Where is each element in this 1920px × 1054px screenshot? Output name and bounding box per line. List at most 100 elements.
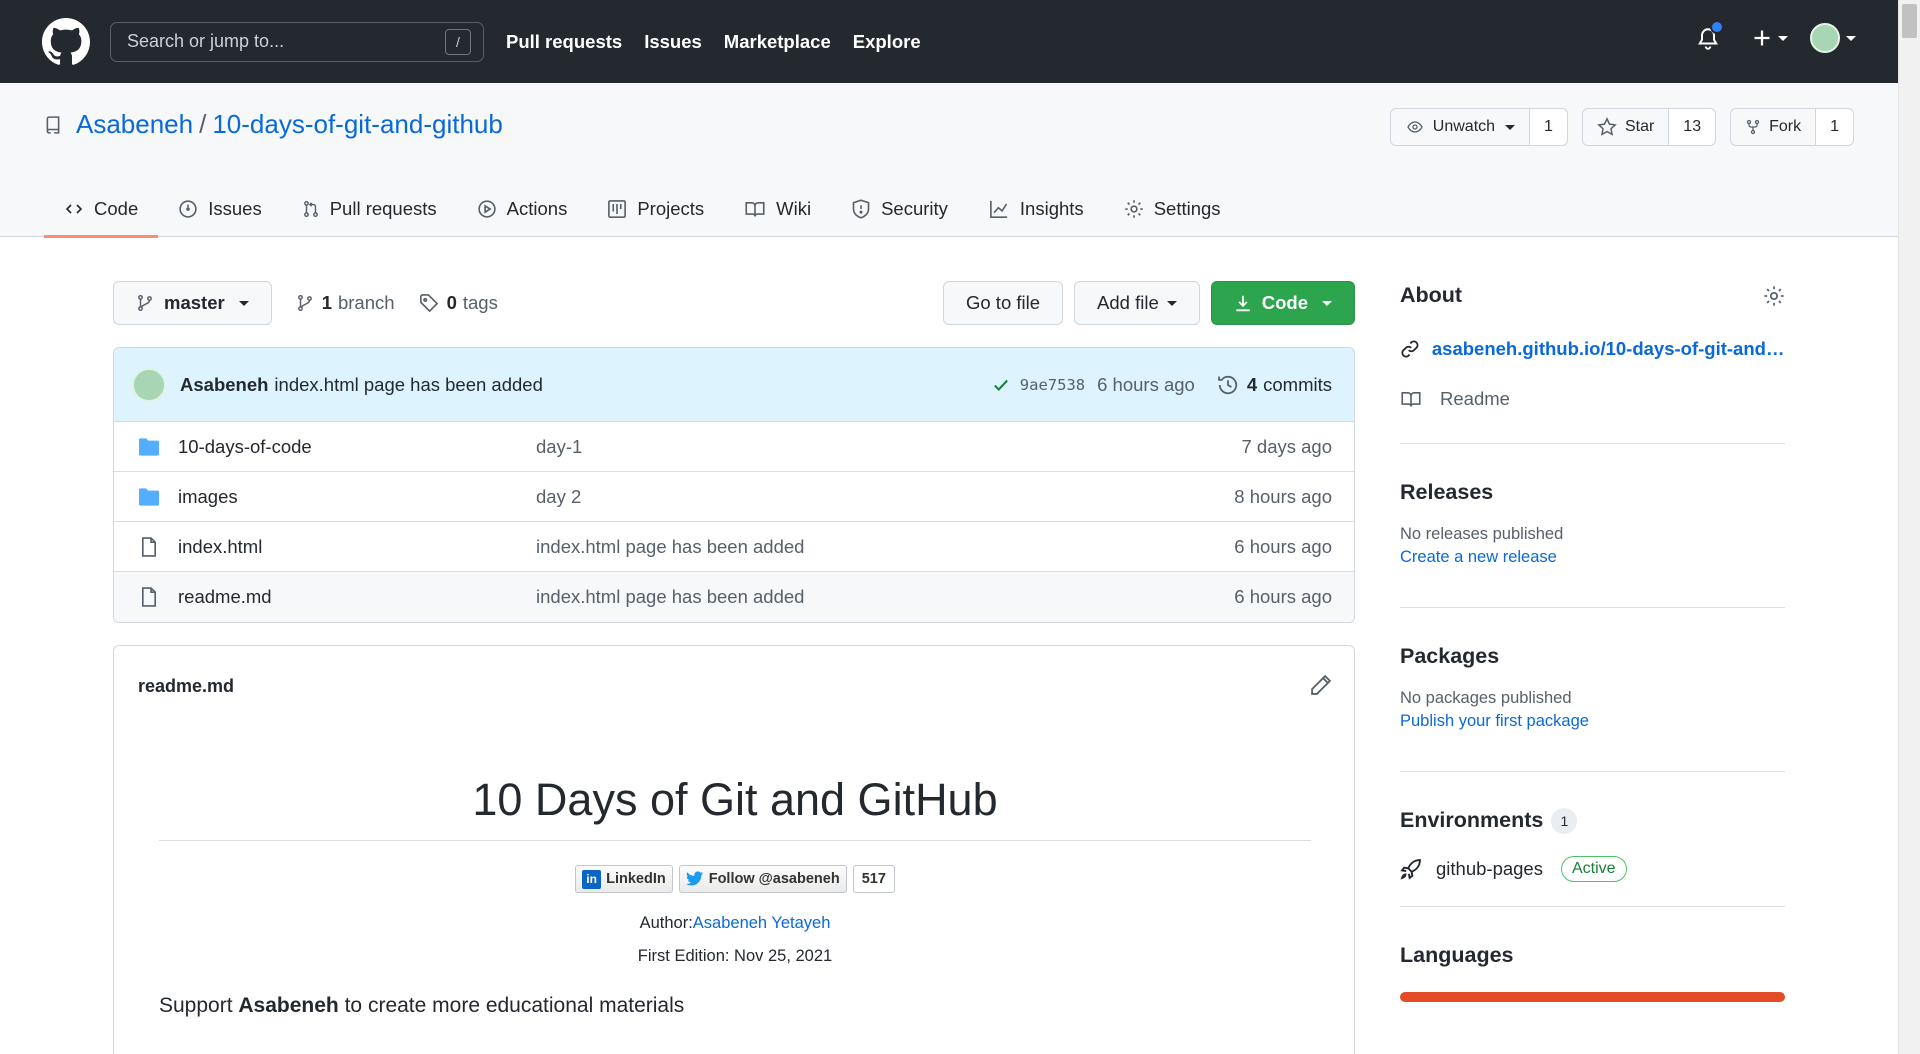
tab-projects[interactable]: Projects (587, 181, 724, 237)
nav-issues[interactable]: Issues (644, 31, 702, 53)
scrollbar-thumb[interactable] (1902, 4, 1917, 38)
file-row[interactable]: images day 2 8 hours ago (114, 472, 1354, 522)
branch-count: 1 (321, 292, 332, 313)
star-button[interactable]: Star (1583, 109, 1670, 145)
watch-count[interactable]: 1 (1530, 109, 1567, 145)
header-actions (1696, 20, 1856, 54)
homepage-url[interactable]: asabeneh.github.io/10-days-of-git-and-gi… (1432, 338, 1785, 360)
environment-name[interactable]: github-pages (1436, 858, 1543, 880)
repo-owner-link[interactable]: Asabeneh (76, 109, 193, 140)
history-icon (1217, 375, 1237, 394)
commit-sha[interactable]: 9ae7538 (1020, 376, 1085, 394)
file-name[interactable]: images (178, 486, 536, 508)
commits-link[interactable]: 4 commits (1217, 374, 1332, 396)
book-icon (745, 201, 765, 217)
file-row[interactable]: readme.md index.html page has been added… (114, 572, 1354, 622)
readme-filename[interactable]: readme.md (138, 676, 234, 697)
language-bar (1400, 992, 1785, 1003)
author-link[interactable]: Asabeneh Yetayeh (693, 914, 831, 932)
tab-security[interactable]: Security (831, 181, 968, 237)
branch-select-button[interactable]: master (113, 281, 272, 325)
support-name: Asabeneh (238, 994, 339, 1017)
chevron-down-icon (1505, 124, 1516, 130)
support-suffix: to create more educational materials (338, 994, 685, 1017)
unwatch-button[interactable]: Unwatch (1391, 109, 1531, 145)
star-count[interactable]: 13 (1669, 109, 1716, 145)
file-icon (141, 536, 157, 557)
fork-count[interactable]: 1 (1816, 109, 1853, 145)
file-name[interactable]: 10-days-of-code (178, 436, 536, 458)
support-prefix: Support (159, 994, 239, 1017)
file-row[interactable]: index.html index.html page has been adde… (114, 522, 1354, 572)
readme-link-label: Readme (1440, 388, 1510, 409)
gear-icon[interactable] (1763, 285, 1785, 307)
create-new-menu[interactable] (1752, 28, 1788, 48)
file-time: 7 days ago (1241, 435, 1332, 457)
create-release-link[interactable]: Create a new release (1400, 548, 1785, 567)
environments-title[interactable]: Environments 1 (1400, 808, 1785, 835)
tab-code[interactable]: Code (44, 181, 159, 238)
user-menu[interactable] (1810, 23, 1856, 53)
file-name[interactable]: readme.md (178, 586, 536, 608)
pencil-icon[interactable] (1310, 674, 1332, 696)
code-download-button[interactable]: Code (1210, 281, 1355, 325)
nav-explore[interactable]: Explore (853, 31, 921, 53)
branch-name: master (164, 292, 225, 313)
page-scrollbar[interactable] (1898, 0, 1920, 1054)
repo-name-link[interactable]: 10-days-of-git-and-github (212, 109, 503, 140)
unwatch-label: Unwatch (1432, 118, 1496, 135)
tab-pull-requests[interactable]: Pull requests (282, 181, 457, 237)
chevron-down-icon (238, 300, 249, 306)
file-name[interactable]: index.html (178, 536, 536, 558)
star-icon (1597, 117, 1617, 136)
commit-word: commits (1263, 373, 1332, 395)
twitter-follower-count[interactable]: 517 (852, 865, 895, 893)
global-header: Search or jump to... / Pull requests Iss… (0, 0, 1898, 83)
packages-title[interactable]: Packages (1400, 644, 1785, 669)
tags-link[interactable]: 0 tags (419, 292, 498, 314)
releases-empty: No releases published (1400, 525, 1564, 543)
code-icon (65, 204, 83, 214)
releases-title[interactable]: Releases (1400, 480, 1785, 505)
tab-label: Actions (506, 198, 568, 219)
tab-label: Issues (208, 198, 262, 219)
go-to-file-button[interactable]: Go to file (942, 281, 1064, 325)
tab-label: Security (881, 198, 948, 219)
issue-icon (179, 200, 197, 218)
tab-label: Wiki (776, 198, 812, 219)
nav-pull-requests[interactable]: Pull requests (506, 31, 622, 53)
notifications-button[interactable] (1696, 20, 1724, 54)
tab-insights[interactable]: Insights (968, 181, 1104, 237)
twitter-follow-badge[interactable]: Follow @asabeneh (678, 865, 847, 893)
tab-wiki[interactable]: Wiki (724, 181, 831, 237)
check-icon[interactable] (992, 376, 1010, 394)
file-commit-message[interactable]: day 2 (536, 486, 1234, 508)
homepage-link[interactable]: asabeneh.github.io/10-days-of-git-and-gi… (1400, 338, 1785, 360)
file-commit-message[interactable]: day-1 (536, 436, 1241, 458)
linkedin-badge[interactable]: in LinkedIn (575, 865, 673, 893)
fork-button[interactable]: Fork (1731, 109, 1817, 145)
repo-tabs: Code Issues Pull requests Actions Projec… (44, 181, 1241, 238)
add-file-button[interactable]: Add file (1074, 281, 1200, 325)
search-input[interactable]: Search or jump to... / (110, 21, 484, 62)
fork-group: Fork 1 (1730, 108, 1854, 146)
file-row[interactable]: 10-days-of-code day-1 7 days ago (114, 422, 1354, 472)
github-logo-icon[interactable] (42, 17, 90, 66)
readme-link[interactable]: Readme (1400, 388, 1785, 410)
search-placeholder: Search or jump to... (127, 31, 285, 51)
packages-empty: No packages published (1400, 689, 1572, 707)
tab-issues[interactable]: Issues (158, 181, 281, 237)
publish-package-link[interactable]: Publish your first package (1400, 712, 1785, 731)
commit-author[interactable]: Asabeneh (180, 374, 268, 396)
tab-settings[interactable]: Settings (1104, 181, 1241, 237)
nav-marketplace[interactable]: Marketplace (724, 31, 831, 53)
tab-actions[interactable]: Actions (457, 181, 588, 237)
environment-item[interactable]: github-pages Active (1400, 856, 1785, 883)
commit-message[interactable]: index.html page has been added (274, 374, 542, 396)
tab-label: Projects (637, 198, 705, 219)
file-commit-message[interactable]: index.html page has been added (536, 586, 1234, 608)
file-commit-message[interactable]: index.html page has been added (536, 536, 1234, 558)
avatar[interactable] (132, 367, 166, 402)
branches-link[interactable]: 1 branch (296, 292, 395, 314)
tag-count: 0 (446, 292, 457, 313)
